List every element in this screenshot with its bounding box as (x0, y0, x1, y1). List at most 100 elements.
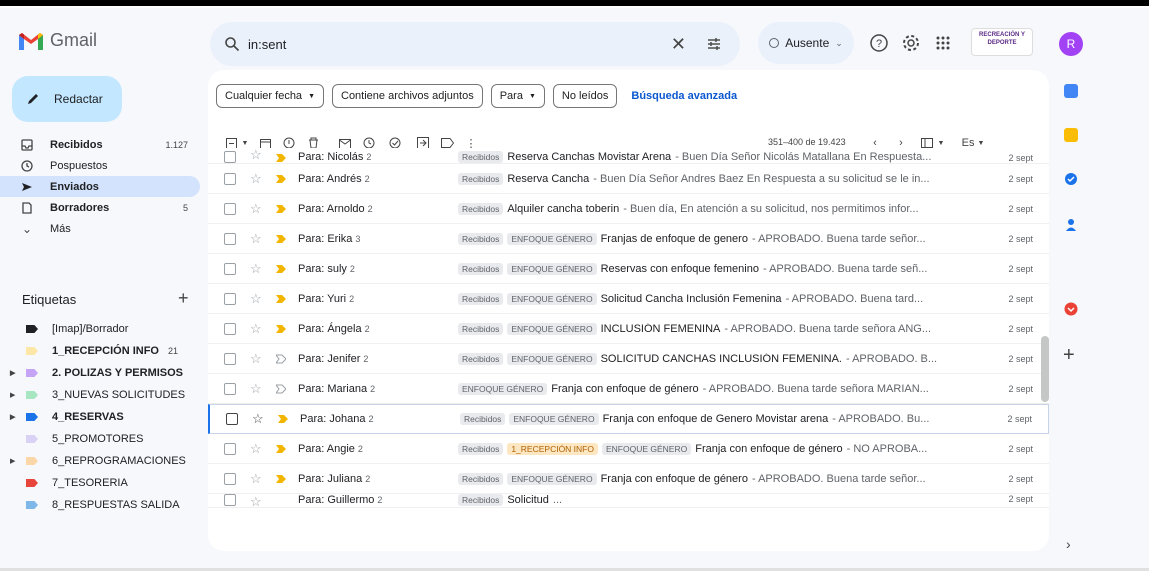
important-marker-icon[interactable] (276, 204, 286, 214)
tune-icon[interactable] (706, 36, 722, 52)
star-icon[interactable]: ☆ (250, 441, 262, 457)
row-checkbox[interactable] (224, 472, 236, 485)
star-icon[interactable]: ☆ (250, 171, 262, 187)
label-chip[interactable]: Recibidos (458, 151, 504, 163)
important-marker-icon[interactable] (276, 444, 286, 454)
important-marker-icon[interactable] (276, 354, 286, 364)
row-checkbox[interactable] (224, 382, 236, 395)
label-chip[interactable]: Recibidos (458, 172, 504, 185)
star-icon[interactable]: ☆ (252, 411, 264, 427)
star-icon[interactable]: ☆ (250, 321, 262, 337)
label-chip[interactable]: Recibidos (458, 322, 504, 335)
close-icon[interactable]: ✕ (671, 34, 686, 55)
label-chip[interactable]: ENFOQUE GÉNERO (507, 262, 597, 275)
sidebar-item-inbox[interactable]: Recibidos 1.127 (0, 134, 200, 155)
star-icon[interactable]: ☆ (250, 494, 262, 507)
keep-icon[interactable] (1064, 128, 1078, 142)
row-checkbox[interactable] (224, 292, 236, 305)
label-item[interactable]: 8_RESPUESTAS SALIDA (0, 494, 200, 516)
label-item[interactable]: ▶ 2. POLIZAS Y PERMISOS (0, 362, 200, 384)
email-row[interactable]: ☆ Para: Andrés 2 Recibidos Reserva Cancha… (208, 164, 1049, 194)
important-marker-icon[interactable] (276, 174, 286, 184)
row-checkbox[interactable] (224, 151, 236, 163)
label-chip[interactable]: Recibidos (458, 232, 504, 245)
row-checkbox[interactable] (224, 352, 236, 365)
row-checkbox[interactable] (224, 262, 236, 275)
label-chip[interactable]: ENFOQUE GÉNERO (458, 382, 548, 395)
filter-chip-date[interactable]: Cualquier fecha ▼ (216, 84, 324, 108)
caret-right-icon[interactable]: ▶ (10, 457, 15, 465)
important-marker-icon[interactable] (276, 474, 286, 484)
avatar[interactable]: R (1059, 32, 1083, 56)
add-label-icon[interactable]: + (178, 288, 189, 309)
label-chip[interactable]: ENFOQUE GÉNERO (507, 292, 597, 305)
label-chip[interactable]: ENFOQUE GÉNERO (507, 352, 597, 365)
search-bar[interactable]: in:sent ✕ (210, 22, 740, 66)
label-item[interactable]: ▶ 6_REPROGRAMACIONES (0, 450, 200, 472)
label-chip[interactable]: 1_RECEPCIÓN INFO (507, 442, 598, 455)
star-icon[interactable]: ☆ (250, 291, 262, 307)
advanced-search-link[interactable]: Búsqueda avanzada (631, 90, 737, 102)
email-row[interactable]: ☆ Para: Nicolás 2 Recibidos Reserva Canch… (208, 148, 1049, 164)
row-checkbox[interactable] (224, 172, 236, 185)
label-chip[interactable]: ENFOQUE GÉNERO (507, 232, 597, 245)
label-chip[interactable]: Recibidos (458, 472, 504, 485)
scrollbar-thumb[interactable] (1041, 336, 1049, 402)
organization-logo[interactable]: RECREACIÓN Y DEPORTE (971, 28, 1033, 56)
apps-icon[interactable] (932, 32, 954, 54)
settings-icon[interactable] (900, 32, 922, 54)
email-row[interactable]: ☆ Para: Juliana 2 Recibidos ENFOQUE GÉNER… (208, 464, 1049, 494)
row-checkbox[interactable] (224, 232, 236, 245)
important-marker-icon[interactable] (276, 384, 286, 394)
label-chip[interactable]: ENFOQUE GÉNERO (509, 413, 599, 425)
label-chip[interactable]: ENFOQUE GÉNERO (507, 322, 597, 335)
email-row[interactable]: ☆ Para: Jenifer 2 Recibidos ENFOQUE GÉNER… (208, 344, 1049, 374)
filter-chip-to[interactable]: Para ▼ (490, 84, 545, 108)
important-marker-icon[interactable] (278, 414, 288, 424)
filter-chip-unread[interactable]: No leídos (552, 84, 618, 108)
row-checkbox[interactable] (224, 202, 236, 215)
compose-button[interactable]: Redactar (12, 76, 122, 122)
caret-right-icon[interactable]: ▶ (10, 391, 15, 399)
row-checkbox[interactable] (224, 322, 236, 335)
email-row[interactable]: ☆ Para: Yuri 2 Recibidos ENFOQUE GÉNERO S… (208, 284, 1049, 314)
email-row-selected[interactable]: ☆ Para: Johana 2 Recibidos ENFOQUE GÉNERO… (208, 404, 1049, 434)
email-row[interactable]: ☆ Para: Ángela 2 Recibidos ENFOQUE GÉNERO… (208, 314, 1049, 344)
email-row[interactable]: ☆ Para: Erika 3 Recibidos ENFOQUE GÉNERO … (208, 224, 1049, 254)
label-item[interactable]: 5_PROMOTORES (0, 428, 200, 450)
important-marker-icon[interactable] (276, 264, 286, 274)
sidebar-item-snoozed[interactable]: Pospuestos (0, 155, 200, 176)
contacts-icon[interactable] (1064, 218, 1078, 232)
label-chip[interactable]: Recibidos (458, 292, 504, 305)
email-row[interactable]: ☆ Para: Arnoldo 2 Recibidos Alquiler canc… (208, 194, 1049, 224)
email-row[interactable]: ☆ Para: Mariana 2 ENFOQUE GÉNERO Franja c… (208, 374, 1049, 404)
row-checkbox[interactable] (224, 442, 236, 455)
search-input[interactable]: in:sent (248, 37, 286, 52)
important-marker-icon[interactable] (276, 294, 286, 304)
label-chip[interactable]: Recibidos (458, 494, 504, 506)
status-selector[interactable]: Ausente ⌄ (758, 22, 854, 64)
star-icon[interactable]: ☆ (250, 381, 262, 397)
important-marker-icon[interactable] (276, 324, 286, 334)
row-checkbox[interactable] (226, 413, 238, 425)
gmail-logo[interactable]: Gmail (18, 30, 97, 51)
sidebar-item-drafts[interactable]: Borradores 5 (0, 197, 200, 218)
label-chip[interactable]: Recibidos (458, 262, 504, 275)
email-row[interactable]: ☆ Para: Guillermo 2 Recibidos Solicitud .… (208, 494, 1049, 508)
label-chip[interactable]: ENFOQUE GÉNERO (601, 442, 692, 455)
caret-right-icon[interactable]: ▶ (10, 369, 15, 377)
label-chip[interactable]: Recibidos (458, 352, 504, 365)
star-icon[interactable]: ☆ (250, 231, 262, 247)
star-icon[interactable]: ☆ (250, 471, 262, 487)
label-item[interactable]: ▶ 3_NUEVAS SOLICITUDES (0, 384, 200, 406)
search-icon[interactable] (224, 36, 240, 52)
add-addon-icon[interactable]: + (1063, 344, 1075, 367)
help-icon[interactable]: ? (868, 32, 890, 54)
filter-chip-attachments[interactable]: Contiene archivos adjuntos (332, 84, 483, 108)
email-row[interactable]: ☆ Para: suly 2 Recibidos ENFOQUE GÉNERO R… (208, 254, 1049, 284)
label-item[interactable]: 1_RECEPCIÓN INFO 21 (0, 340, 200, 362)
label-item[interactable]: 7_TESORERIA (0, 472, 200, 494)
important-marker-icon[interactable] (276, 153, 286, 163)
caret-right-icon[interactable]: ▶ (10, 413, 15, 421)
star-icon[interactable]: ☆ (250, 201, 262, 217)
